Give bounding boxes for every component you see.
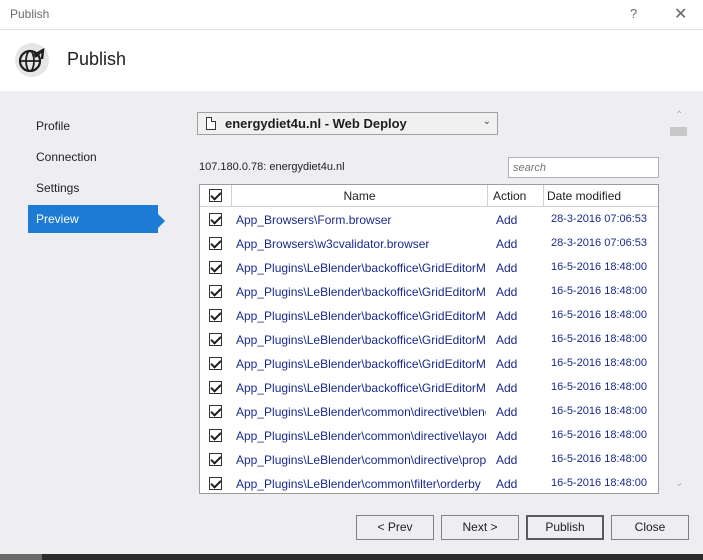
row-checkbox[interactable] <box>209 357 222 370</box>
row-checkbox[interactable] <box>209 237 222 250</box>
row-date-modified: 16-5-2016 18:48:00 <box>551 429 648 441</box>
table-row[interactable]: App_Browsers\Form.browser Add 28-3-2016 07… <box>200 208 658 232</box>
row-file-name: App_Browsers\w3cvalidator.browser <box>236 237 430 251</box>
table-header: Name Action Date modified <box>200 185 658 207</box>
preview-file-table: Name Action Date modified App_Browsers\F… <box>199 184 659 494</box>
close-icon[interactable]: ✕ <box>674 4 687 24</box>
table-row[interactable]: App_Plugins\LeBlender\common\directive\l… <box>200 424 658 448</box>
row-file-name: App_Plugins\LeBlender\backoffice\GridEdi… <box>236 357 486 371</box>
row-checkbox[interactable] <box>209 213 222 226</box>
row-checkbox[interactable] <box>209 261 222 274</box>
profile-dropdown-value: energydiet4u.nl - Web Deploy <box>225 116 407 131</box>
select-all-checkbox[interactable] <box>209 189 222 202</box>
vertical-scrollbar[interactable]: ⌃ ⌄ <box>668 110 690 495</box>
row-date-modified: 16-5-2016 18:48:00 <box>551 357 648 369</box>
row-action: Add <box>496 453 518 467</box>
row-file-name: App_Plugins\LeBlender\common\filter\orde… <box>236 477 481 491</box>
nav-item-profile[interactable]: Profile <box>28 112 158 140</box>
publish-button[interactable]: Publish <box>526 515 604 540</box>
row-checkbox[interactable] <box>209 333 222 346</box>
row-file-name: App_Plugins\LeBlender\common\directive\p… <box>236 453 486 467</box>
row-date-modified: 16-5-2016 18:48:00 <box>551 405 648 417</box>
header-select-all-cell <box>200 185 232 207</box>
page-title: Publish <box>67 49 127 69</box>
row-date-modified: 16-5-2016 18:48:00 <box>551 477 648 489</box>
file-icon <box>206 117 216 130</box>
row-date-modified: 28-3-2016 07:06:53 <box>551 213 648 225</box>
row-action: Add <box>496 357 518 371</box>
taskbar-strip <box>0 554 703 560</box>
table-row[interactable]: App_Plugins\LeBlender\backoffice\GridEdi… <box>200 328 658 352</box>
scroll-down-icon[interactable]: ⌄ <box>675 478 683 489</box>
table-row[interactable]: App_Plugins\LeBlender\common\directive\p… <box>200 448 658 472</box>
row-checkbox[interactable] <box>209 477 222 490</box>
column-header-name[interactable]: Name <box>232 185 488 207</box>
dialog-header: Publish <box>0 31 703 91</box>
nav-item-preview[interactable]: Preview <box>28 205 158 233</box>
table-row[interactable]: App_Plugins\LeBlender\backoffice\GridEdi… <box>200 352 658 376</box>
row-action: Add <box>496 333 518 347</box>
table-row[interactable]: App_Plugins\LeBlender\common\filter\orde… <box>200 472 658 493</box>
row-action: Add <box>496 429 518 443</box>
row-file-name: App_Plugins\LeBlender\common\directive\l… <box>236 429 486 443</box>
row-action: Add <box>496 213 518 227</box>
row-checkbox[interactable] <box>209 429 222 442</box>
row-checkbox[interactable] <box>209 309 222 322</box>
row-file-name: App_Plugins\LeBlender\backoffice\GridEdi… <box>236 381 486 395</box>
row-checkbox[interactable] <box>209 405 222 418</box>
row-file-name: App_Plugins\LeBlender\backoffice\GridEdi… <box>236 261 486 275</box>
row-file-name: App_Plugins\LeBlender\backoffice\GridEdi… <box>236 285 486 299</box>
row-date-modified: 16-5-2016 18:48:00 <box>551 333 648 345</box>
row-action: Add <box>496 405 518 419</box>
table-row[interactable]: App_Plugins\LeBlender\backoffice\GridEdi… <box>200 256 658 280</box>
row-date-modified: 16-5-2016 18:48:00 <box>551 285 648 297</box>
help-icon[interactable]: ? <box>630 6 637 21</box>
row-date-modified: 16-5-2016 18:48:00 <box>551 309 648 321</box>
column-header-date[interactable]: Date modified <box>544 185 658 207</box>
row-date-modified: 16-5-2016 18:48:00 <box>551 261 648 273</box>
table-row[interactable]: App_Browsers\w3cvalidator.browser Add 28-3… <box>200 232 658 256</box>
window-titlebar: Publish ? ✕ <box>0 0 703 30</box>
table-row[interactable]: App_Plugins\LeBlender\backoffice\GridEdi… <box>200 280 658 304</box>
search-input[interactable] <box>508 157 659 178</box>
nav-item-settings[interactable]: Settings <box>28 174 158 202</box>
row-action: Add <box>496 285 518 299</box>
active-nav-arrow-icon <box>158 214 165 228</box>
row-file-name: App_Browsers\Form.browser <box>236 213 392 227</box>
scrollbar-thumb[interactable] <box>670 127 687 136</box>
row-file-name: App_Plugins\LeBlender\common\directive\b… <box>236 405 486 419</box>
row-action: Add <box>496 261 518 275</box>
row-date-modified: 16-5-2016 18:48:00 <box>551 381 648 393</box>
row-date-modified: 28-3-2016 07:06:53 <box>551 237 648 249</box>
row-action: Add <box>496 309 518 323</box>
scroll-up-icon[interactable]: ⌃ <box>675 110 683 121</box>
prev-button[interactable]: < Prev <box>356 515 434 540</box>
profile-dropdown[interactable]: energydiet4u.nl - Web Deploy ⌄ <box>197 112 498 135</box>
window-title: Publish <box>10 7 50 21</box>
table-row[interactable]: App_Plugins\LeBlender\common\directive\b… <box>200 400 658 424</box>
close-button[interactable]: Close <box>611 515 689 540</box>
next-button[interactable]: Next > <box>441 515 519 540</box>
chevron-down-icon: ⌄ <box>482 116 491 127</box>
column-header-action[interactable]: Action <box>488 185 544 207</box>
table-row[interactable]: App_Plugins\LeBlender\backoffice\GridEdi… <box>200 376 658 400</box>
row-checkbox[interactable] <box>209 453 222 466</box>
row-checkbox[interactable] <box>209 381 222 394</box>
row-file-name: App_Plugins\LeBlender\backoffice\GridEdi… <box>236 333 486 347</box>
row-action: Add <box>496 237 518 251</box>
row-checkbox[interactable] <box>209 285 222 298</box>
table-row[interactable]: App_Plugins\LeBlender\backoffice\GridEdi… <box>200 304 658 328</box>
globe-publish-icon <box>15 43 49 77</box>
row-file-name: App_Plugins\LeBlender\backoffice\GridEdi… <box>236 309 486 323</box>
taskbar-segment <box>0 554 42 560</box>
nav-item-connection[interactable]: Connection <box>28 143 158 171</box>
row-date-modified: 16-5-2016 18:48:00 <box>551 453 648 465</box>
row-action: Add <box>496 477 518 491</box>
row-action: Add <box>496 381 518 395</box>
server-label: 107.180.0.78: energydiet4u.nl <box>199 161 345 173</box>
